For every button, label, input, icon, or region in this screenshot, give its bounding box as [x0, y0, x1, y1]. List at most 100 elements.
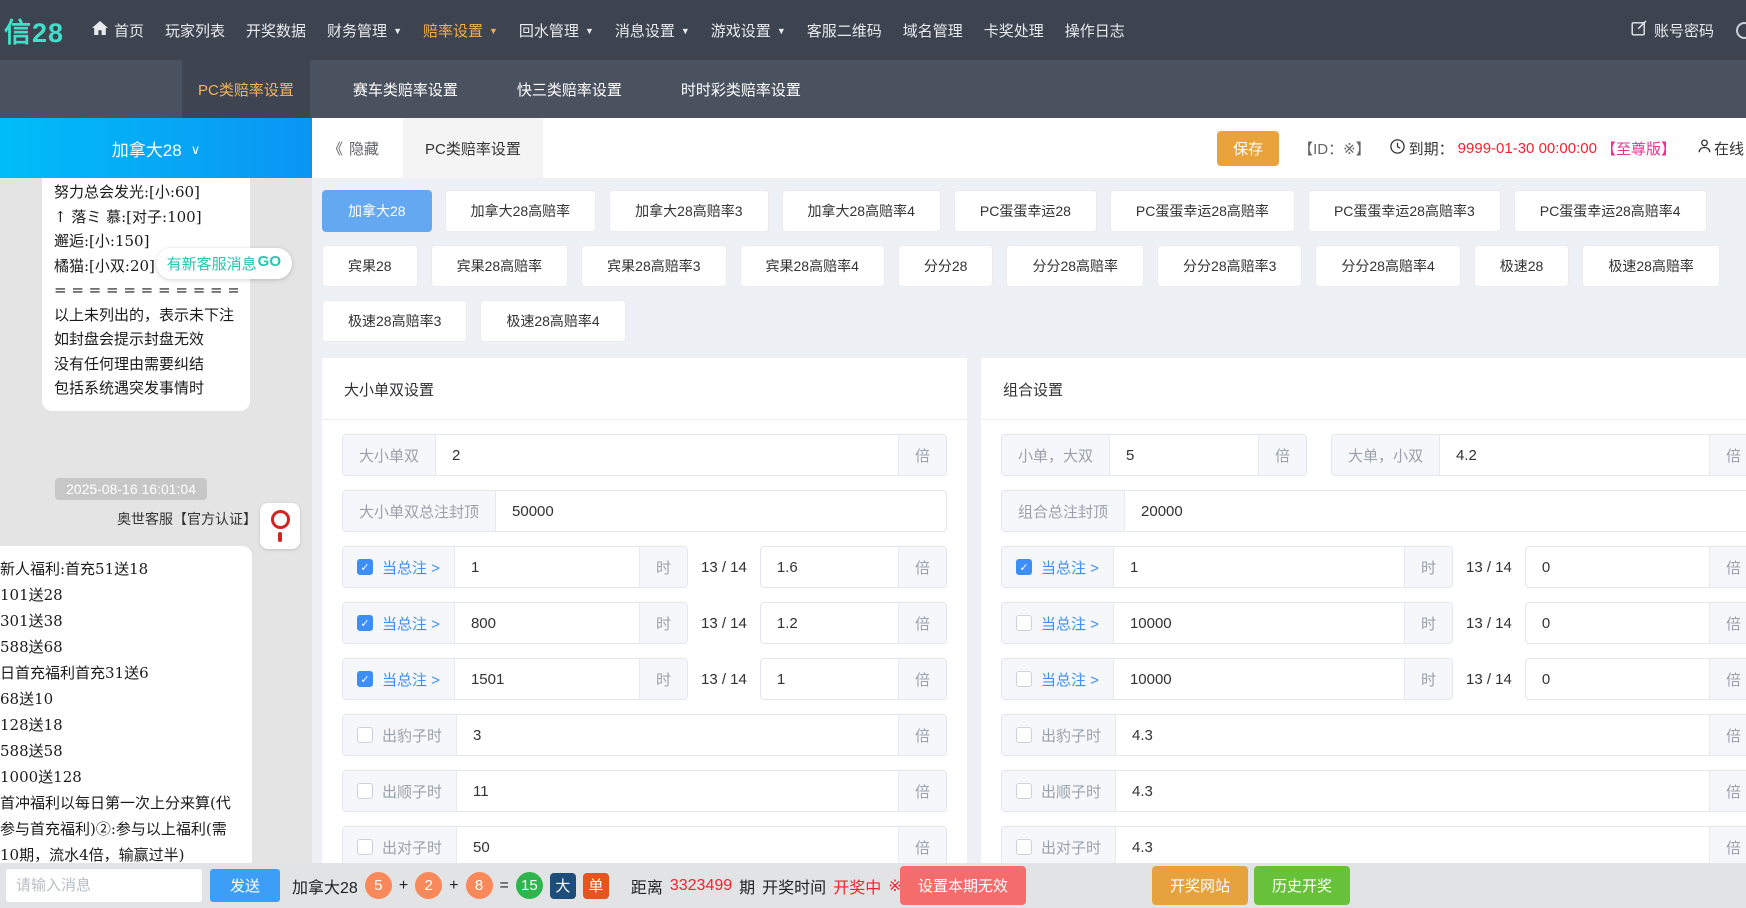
value-input[interactable]: 4.2	[1440, 435, 1709, 475]
unit-suffix: 倍	[898, 435, 946, 475]
value-input[interactable]: 20000	[1125, 491, 1746, 531]
game-tab-PC蛋蛋幸运28高赔率3[interactable]: PC蛋蛋幸运28高赔率3	[1308, 190, 1501, 232]
condition-label: 出豹子时	[1041, 725, 1101, 746]
chat-message-input[interactable]	[6, 869, 202, 902]
threshold-value-input[interactable]: 10000	[1114, 659, 1404, 699]
game-tab-加拿大28高赔率[interactable]: 加拿大28高赔率	[445, 190, 597, 232]
nav-item-财务管理[interactable]: 财务管理▼	[327, 20, 402, 41]
double-left-chevron-icon: 《	[328, 138, 343, 159]
set-round-invalid-button[interactable]: 设置本期无效	[900, 866, 1026, 905]
draw-website-button[interactable]: 开奖网站	[1152, 866, 1248, 905]
game-tab-分分28高赔率3[interactable]: 分分28高赔率3	[1157, 245, 1302, 287]
game-tab-分分28高赔率[interactable]: 分分28高赔率	[1006, 245, 1144, 287]
multiplier-input[interactable]: 0	[1526, 603, 1709, 643]
ratio-text: 13 / 14	[701, 671, 747, 688]
row-checkbox[interactable]: ✓	[1016, 559, 1032, 575]
row-checkbox[interactable]	[1016, 783, 1032, 799]
multiplier-input[interactable]: 0	[1526, 659, 1709, 699]
value-input[interactable]: 2	[436, 435, 898, 475]
game-tab-分分28[interactable]: 分分28	[898, 245, 994, 287]
nav-item-操作日志[interactable]: 操作日志	[1065, 20, 1125, 41]
row-checkbox[interactable]: ✓	[357, 671, 373, 687]
game-tab-加拿大28[interactable]: 加拿大28	[322, 190, 432, 232]
row-checkbox[interactable]	[1016, 615, 1032, 631]
nav-item-开奖数据[interactable]: 开奖数据	[246, 20, 306, 41]
row-checkbox[interactable]	[1016, 727, 1032, 743]
nav-item-客服二维码[interactable]: 客服二维码	[807, 20, 882, 41]
value-input[interactable]: 50	[457, 827, 898, 863]
row-checkbox[interactable]	[1016, 671, 1032, 687]
game-tab-PC蛋蛋幸运28高赔率4[interactable]: PC蛋蛋幸运28高赔率4	[1514, 190, 1707, 232]
nav-item-玩家列表[interactable]: 玩家列表	[165, 20, 225, 41]
condition-label: 出顺子时	[1041, 781, 1101, 802]
send-button[interactable]: 发送	[210, 869, 280, 902]
game-tab-极速28高赔率[interactable]: 极速28高赔率	[1582, 245, 1720, 287]
value-input[interactable]: 4.3	[1116, 715, 1709, 755]
subnav-tab-快三类赔率设置[interactable]: 快三类赔率设置	[501, 60, 638, 118]
game-tab-宾果28高赔率4[interactable]: 宾果28高赔率4	[740, 245, 885, 287]
condition-label-box: 出对子时	[1002, 827, 1116, 863]
nav-item-首页[interactable]: 首页	[92, 20, 144, 41]
row-checkbox[interactable]	[357, 839, 373, 855]
multiplier-input[interactable]: 1.2	[761, 603, 898, 643]
threshold-value-input[interactable]: 1	[455, 547, 639, 587]
row-checkbox[interactable]: ✓	[357, 559, 373, 575]
field-group: 大小单双总注封顶50000	[342, 490, 947, 532]
threshold-value-input[interactable]: 1	[1114, 547, 1404, 587]
subnav-tab-赛车类赔率设置[interactable]: 赛车类赔率设置	[337, 60, 474, 118]
multiplier-input[interactable]: 0	[1526, 547, 1709, 587]
room-selector[interactable]: 加拿大28 ∨	[0, 118, 312, 178]
nav-item-域名管理[interactable]: 域名管理	[903, 20, 963, 41]
value-input[interactable]: 4.3	[1116, 827, 1709, 863]
value-input[interactable]: 5	[1110, 435, 1258, 475]
nav-item-游戏设置[interactable]: 游戏设置▼	[711, 20, 786, 41]
save-button[interactable]: 保存	[1217, 131, 1279, 166]
value-input[interactable]: 3	[457, 715, 898, 755]
subnav-tab-PC类赔率设置[interactable]: PC类赔率设置	[182, 60, 310, 118]
new-service-message-button[interactable]: 有新客服消息 GO	[156, 248, 292, 279]
row-checkbox[interactable]: ✓	[357, 615, 373, 631]
row-checkbox[interactable]	[1016, 839, 1032, 855]
game-tab-宾果28高赔率[interactable]: 宾果28高赔率	[431, 245, 569, 287]
game-tab-极速28高赔率4[interactable]: 极速28高赔率4	[480, 300, 625, 342]
chat-message-list[interactable]: 努力总会发光:[小:60]↑ 落ミ 慕:[对子:100]邂逅:[小:150]橘猫…	[0, 178, 312, 863]
game-tab-PC蛋蛋幸运28[interactable]: PC蛋蛋幸运28	[954, 190, 1097, 232]
game-tab-宾果28[interactable]: 宾果28	[322, 245, 418, 287]
game-tab-PC蛋蛋幸运28高赔率[interactable]: PC蛋蛋幸运28高赔率	[1110, 190, 1295, 232]
threshold-value-input[interactable]: 10000	[1114, 603, 1404, 643]
field-label: 大小单双	[343, 435, 436, 475]
online-counter[interactable]: 在线	[1698, 138, 1744, 159]
unit-suffix: 时	[639, 603, 687, 643]
value-input[interactable]: 11	[457, 771, 898, 811]
hide-sidebar-button[interactable]: 《 隐藏	[328, 138, 379, 159]
game-tab-分分28高赔率4[interactable]: 分分28高赔率4	[1315, 245, 1460, 287]
threshold-value-input[interactable]: 1501	[455, 659, 639, 699]
panel-row: 出对子时4.3倍	[1001, 826, 1746, 863]
game-tab-极速28[interactable]: 极速28	[1474, 245, 1570, 287]
row-checkbox[interactable]	[357, 783, 373, 799]
subnav-tab-时时彩类赔率设置[interactable]: 时时彩类赔率设置	[665, 60, 817, 118]
row-checkbox[interactable]	[357, 727, 373, 743]
open-page-tab[interactable]: PC类赔率设置	[403, 118, 543, 178]
unit-suffix: 倍	[1709, 827, 1746, 863]
chat-line: 新人福利:首充51送18	[0, 556, 240, 582]
nav-item-赔率设置[interactable]: 赔率设置▼	[423, 20, 498, 41]
nav-item-卡奖处理[interactable]: 卡奖处理	[984, 20, 1044, 41]
game-tab-加拿大28高赔率3[interactable]: 加拿大28高赔率3	[609, 190, 768, 232]
field-label: 组合总注封顶	[1002, 491, 1125, 531]
multiplier-input[interactable]: 1.6	[761, 547, 898, 587]
notice-go-label: GO	[258, 253, 281, 274]
unit-suffix: 倍	[898, 547, 946, 587]
game-tab-极速28高赔率3[interactable]: 极速28高赔率3	[322, 300, 467, 342]
value-input[interactable]: 50000	[496, 491, 946, 531]
nav-item-消息设置[interactable]: 消息设置▼	[615, 20, 690, 41]
panel-row: 大小单双2倍	[342, 434, 947, 476]
nav-item-回水管理[interactable]: 回水管理▼	[519, 20, 594, 41]
value-input[interactable]: 4.3	[1116, 771, 1709, 811]
game-tab-宾果28高赔率3[interactable]: 宾果28高赔率3	[581, 245, 726, 287]
account-password-button[interactable]: 账号密码	[1631, 0, 1714, 60]
threshold-value-input[interactable]: 800	[455, 603, 639, 643]
history-draws-button[interactable]: 历史开奖	[1254, 866, 1350, 905]
game-tab-加拿大28高赔率4[interactable]: 加拿大28高赔率4	[782, 190, 941, 232]
multiplier-input[interactable]: 1	[761, 659, 898, 699]
